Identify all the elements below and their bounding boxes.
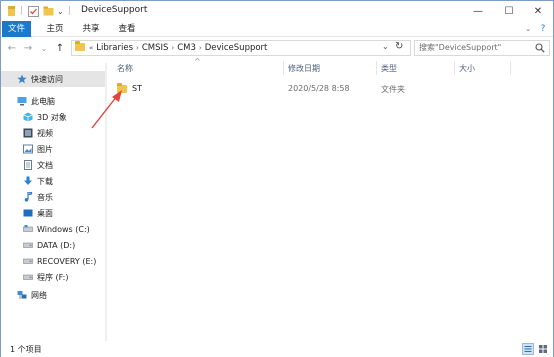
divider: | (68, 6, 72, 16)
forward-button[interactable]: → (21, 41, 35, 55)
sort-ascending-icon: ^ (194, 57, 201, 66)
properties-icon[interactable] (28, 4, 39, 18)
chevron-right-icon[interactable]: › (171, 44, 174, 52)
drive-icon (23, 272, 33, 282)
file-modified: 2020/5/28 8:58 (288, 84, 350, 93)
divider: | (20, 6, 24, 16)
sidebar-item-drive-e[interactable]: RECOVERY (E:) (1, 253, 105, 269)
recent-locations-button[interactable]: ⌄ (37, 41, 51, 55)
sidebar-item-label: 桌面 (37, 208, 53, 218)
overflow-chevron-icon[interactable]: « (89, 44, 93, 52)
drive-icon (23, 256, 33, 266)
sidebar-item-network[interactable]: 网络 (1, 287, 105, 303)
chevron-right-icon[interactable]: › (136, 44, 139, 52)
star-icon (17, 74, 27, 84)
large-icons-view-button[interactable] (537, 343, 549, 355)
music-icon (23, 191, 33, 202)
drive-icon (23, 240, 33, 250)
search-placeholder: 搜索"DeviceSupport" (419, 43, 502, 52)
close-button[interactable]: ✕ (523, 1, 553, 21)
file-name: ST (132, 84, 142, 93)
annotation-arrow-icon (91, 90, 122, 129)
column-header-size[interactable]: 大小 (459, 63, 475, 74)
address-dropdown-icon[interactable]: ⌄ (382, 42, 389, 51)
sidebar-item-desktop[interactable]: 桌面 (1, 205, 105, 221)
ribbon-expand-icon[interactable]: ⌄ (523, 21, 533, 37)
sidebar-item-label: DATA (D:) (37, 240, 76, 250)
desktop-icon (23, 208, 33, 218)
tab-view[interactable]: 查看 (113, 21, 141, 37)
drive-icon (23, 224, 33, 234)
sidebar-item-label: RECOVERY (E:) (37, 256, 97, 266)
sidebar-item-label: 快速访问 (31, 74, 63, 84)
column-divider[interactable] (510, 61, 511, 75)
address-bar[interactable]: « Libraries › CMSIS › CM3 › DeviceSuppor… (71, 40, 411, 56)
ribbon-tabs: 文件 主页 共享 查看 ⌄ ? (1, 21, 553, 37)
file-type: 文件夹 (381, 85, 405, 94)
maximize-button[interactable]: ☐ (494, 1, 524, 21)
column-divider[interactable] (283, 61, 284, 75)
sidebar-item-label: 程序 (F:) (37, 272, 69, 282)
title-bar: | ⌄ | DeviceSupport — ☐ ✕ (1, 1, 553, 21)
column-divider[interactable] (454, 61, 455, 75)
sidebar-item-music[interactable]: 音乐 (1, 189, 105, 205)
sidebar-item-drive-f[interactable]: 程序 (F:) (1, 269, 105, 285)
breadcrumb-devicesupport[interactable]: DeviceSupport (205, 43, 268, 53)
sidebar-item-drive-d[interactable]: DATA (D:) (1, 237, 105, 253)
column-header-modified[interactable]: 修改日期 (288, 63, 320, 74)
new-folder-icon[interactable] (43, 4, 54, 18)
up-button[interactable]: ↑ (53, 41, 67, 55)
sidebar-item-label: 3D 对象 (37, 112, 67, 122)
help-icon[interactable]: ? (537, 21, 549, 37)
document-icon (23, 160, 33, 170)
item-count: 1 个项目 (10, 345, 42, 354)
details-view-button[interactable] (522, 343, 534, 355)
sidebar-item-label: 下载 (37, 176, 53, 186)
search-icon[interactable] (535, 43, 545, 58)
back-button[interactable]: ← (5, 41, 19, 55)
minimize-button[interactable]: — (463, 1, 493, 21)
breadcrumb-libraries[interactable]: Libraries (96, 43, 133, 53)
image-icon (23, 144, 33, 154)
sidebar-item-quick-access[interactable]: 快速访问 (1, 71, 105, 87)
sidebar-item-label: Windows (C:) (37, 224, 90, 234)
tab-home[interactable]: 主页 (41, 21, 69, 37)
breadcrumb-cmsis[interactable]: CMSIS (142, 43, 169, 53)
status-bar: 1 个项目 (1, 341, 553, 357)
refresh-button[interactable]: ↻ (395, 41, 403, 52)
sidebar-item-drive-c[interactable]: Windows (C:) (1, 221, 105, 237)
sidebar-item-label: 此电脑 (31, 96, 55, 106)
sidebar-item-pictures[interactable]: 图片 (1, 141, 105, 157)
file-list: ^ 名称 修改日期 类型 大小 ST 2020/5/28 8:58 文件夹 (111, 57, 553, 341)
chevron-right-icon[interactable]: › (199, 44, 202, 52)
sidebar-item-label: 音乐 (37, 192, 53, 202)
video-icon (23, 128, 33, 138)
computer-icon (17, 96, 27, 106)
quick-access-dropdown-icon[interactable]: ⌄ (57, 4, 64, 18)
tab-file[interactable]: 文件 (2, 21, 31, 37)
tab-share[interactable]: 共享 (77, 21, 105, 37)
table-row[interactable]: ST 2020/5/28 8:58 文件夹 (115, 81, 465, 97)
sidebar-item-label: 图片 (37, 144, 53, 154)
sidebar-item-documents[interactable]: 文档 (1, 157, 105, 173)
sidebar-item-label: 网络 (31, 290, 47, 300)
column-divider[interactable] (376, 61, 377, 75)
sidebar-item-label: 视频 (37, 128, 53, 138)
window-title: DeviceSupport (81, 5, 148, 15)
search-input[interactable]: 搜索"DeviceSupport" (414, 40, 550, 56)
breadcrumb-cm3[interactable]: CM3 (177, 43, 196, 53)
cube-icon (23, 112, 33, 122)
network-icon (17, 290, 27, 300)
column-header-name[interactable]: 名称 (117, 63, 133, 74)
folder-icon (75, 40, 85, 54)
explorer-window: | ⌄ | DeviceSupport — ☐ ✕ 文件 主页 共享 查看 ⌄ … (0, 0, 554, 357)
column-header-type[interactable]: 类型 (381, 63, 397, 74)
folder-app-icon (7, 4, 17, 18)
sidebar-item-downloads[interactable]: 下载 (1, 173, 105, 189)
sidebar-item-label: 文档 (37, 160, 53, 170)
navigation-bar: ← → ⌄ ↑ « Libraries › CMSIS › CM3 › Devi… (1, 38, 553, 59)
download-icon (23, 176, 33, 186)
